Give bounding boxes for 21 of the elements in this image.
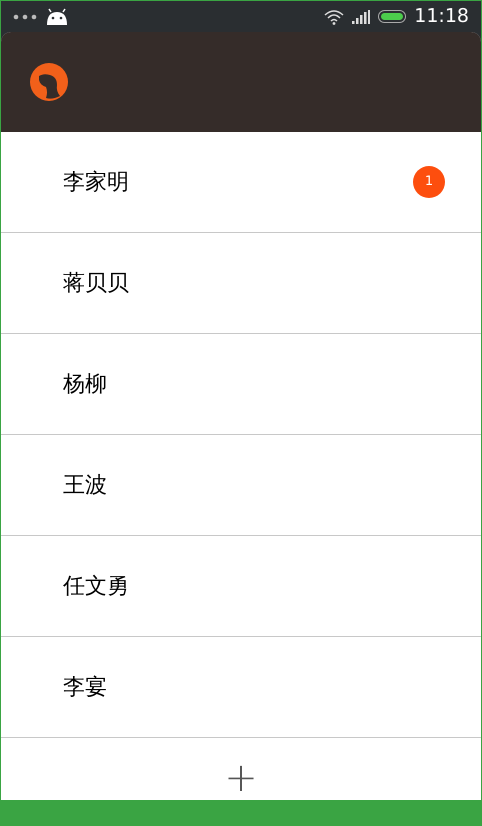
status-time: 11:18 (414, 7, 469, 26)
contact-name: 杨柳 (63, 370, 107, 398)
contact-name: 李家明 (63, 168, 129, 196)
robot-icon (45, 8, 69, 26)
contact-name: 李宴 (63, 674, 107, 702)
contact-name: 蒋贝贝 (63, 270, 129, 298)
wifi-icon (324, 8, 344, 24)
contact-row[interactable]: 杨柳 (1, 334, 481, 435)
battery-icon (378, 10, 406, 23)
notification-dots-icon (13, 14, 37, 20)
signal-icon (352, 10, 370, 24)
unread-count: 1 (413, 166, 445, 198)
contact-row[interactable]: 李家明 1 (1, 132, 481, 233)
contact-row[interactable]: 任文勇 (1, 536, 481, 637)
contact-name: 任文勇 (63, 572, 129, 600)
contact-row[interactable]: 王波 (1, 435, 481, 536)
contact-name: 王波 (63, 472, 107, 500)
contact-row[interactable]: 李宴 (1, 637, 481, 738)
contact-row[interactable]: 蒋贝贝 (1, 233, 481, 334)
dog-logo-icon (30, 63, 68, 101)
add-button[interactable]: + (216, 758, 266, 798)
